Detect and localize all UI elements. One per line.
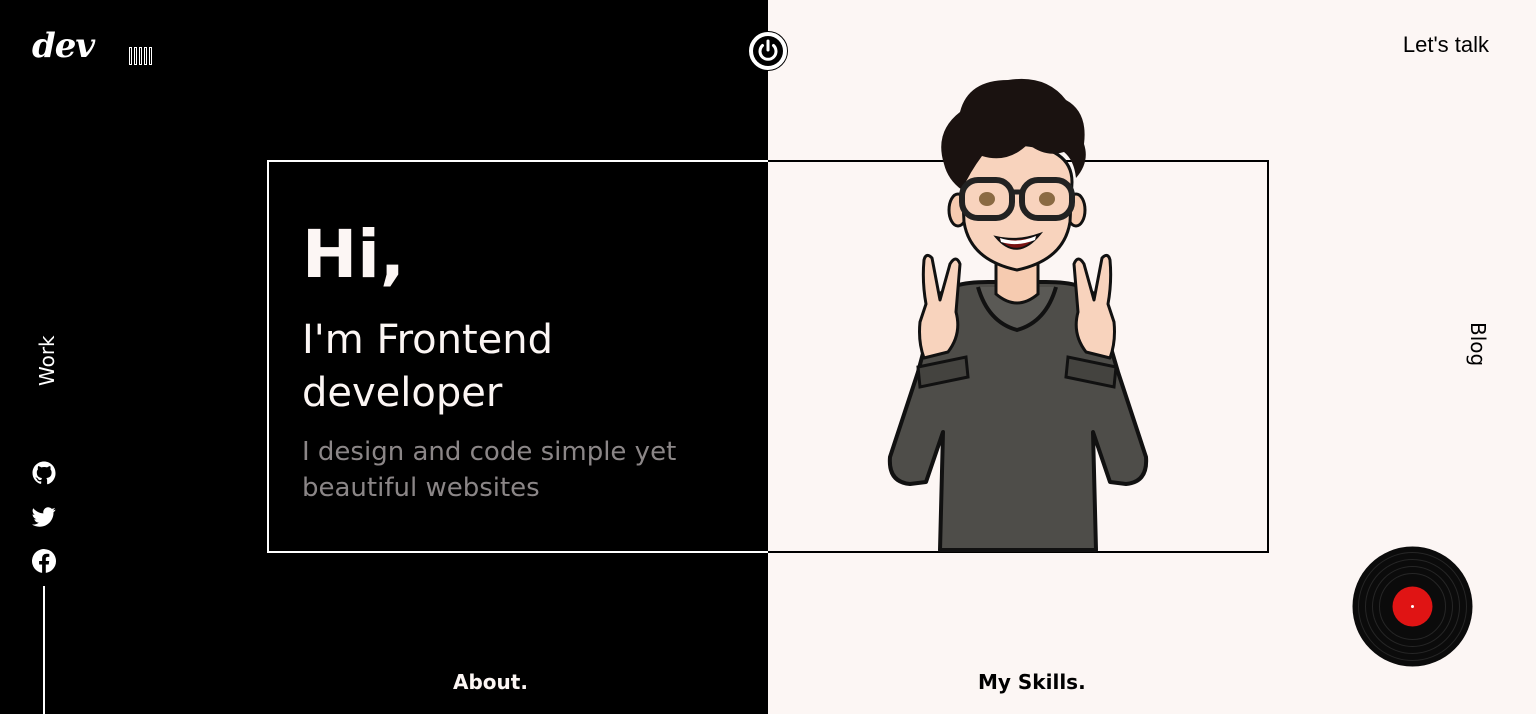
- work-link[interactable]: Work: [35, 335, 59, 386]
- twitter-icon[interactable]: [32, 505, 56, 529]
- theme-toggle-button[interactable]: [748, 31, 788, 71]
- social-divider-line: [43, 586, 45, 714]
- tagline-text: I design and code simple yet beautiful w…: [302, 437, 677, 503]
- greeting-heading: Hi,: [302, 216, 405, 293]
- github-icon[interactable]: [32, 461, 56, 485]
- blog-link[interactable]: Blog: [1466, 322, 1490, 366]
- page: dev Let's talk Work Blog Hi, I'm Fronten…: [0, 0, 1536, 714]
- role-heading: I'm Frontend developer: [302, 317, 553, 416]
- lets-talk-link[interactable]: Let's talk: [1403, 32, 1489, 58]
- skills-link[interactable]: My Skills.: [978, 670, 1086, 694]
- vinyl-record-icon[interactable]: [1352, 546, 1473, 667]
- avatar-illustration: [887, 78, 1149, 552]
- sound-toggle-icon[interactable]: [129, 47, 152, 65]
- facebook-icon[interactable]: [32, 549, 56, 573]
- logo[interactable]: dev: [32, 26, 95, 66]
- power-icon: [753, 36, 783, 66]
- about-link[interactable]: About.: [453, 670, 528, 694]
